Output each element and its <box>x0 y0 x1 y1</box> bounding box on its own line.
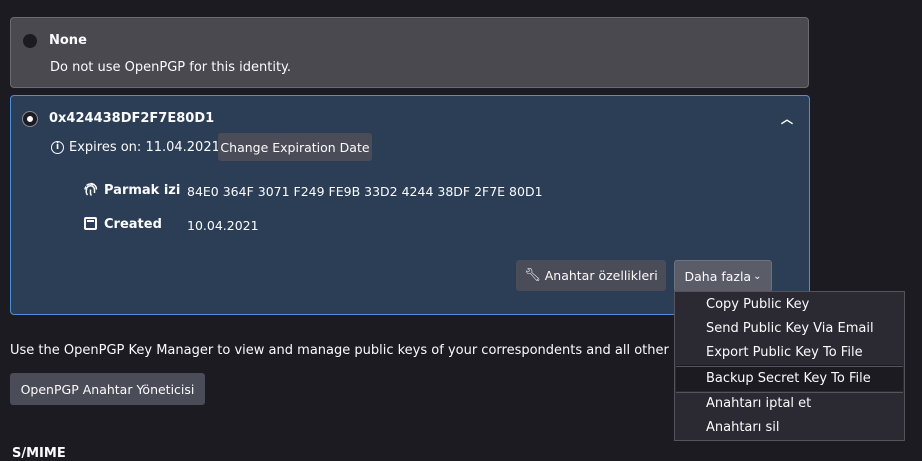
more-button[interactable]: Daha fazla ⌄ <box>674 260 772 292</box>
openpgp-key-option[interactable]: 0x424438DF2F7E80D1 ︿ i Expires on: 11.04… <box>10 95 810 315</box>
key-radio[interactable] <box>22 111 38 127</box>
menu-separator <box>676 366 903 367</box>
fingerprint-label: Parmak izi <box>104 183 181 198</box>
key-properties-label: Anahtar özellikleri <box>544 268 658 283</box>
wrench-icon: 🔧︎ <box>524 268 541 283</box>
key-expiration-text: Expires on: 11.04.2021 <box>69 140 220 155</box>
none-option-title: None <box>49 33 87 48</box>
menu-separator <box>676 392 903 393</box>
none-radio[interactable] <box>23 34 37 48</box>
chevron-up-icon[interactable]: ︿ <box>781 110 793 127</box>
created-value: 10.04.2021 <box>187 218 259 233</box>
menu-item-delete-key[interactable]: Anahtarı sil <box>706 420 780 435</box>
key-manager-label: OpenPGP Anahtar Yöneticisi <box>20 381 195 397</box>
menu-item-copy-public-key[interactable]: Copy Public Key <box>706 297 809 312</box>
key-manager-description: Use the OpenPGP Key Manager to view and … <box>10 343 703 358</box>
info-icon: i <box>51 141 64 154</box>
fingerprint-value: 84E0 364F 3071 F249 FE9B 33D2 4244 38DF … <box>187 184 543 199</box>
menu-item-backup-secret-key[interactable]: Backup Secret Key To File <box>706 371 871 386</box>
menu-item-send-public-key[interactable]: Send Public Key Via Email <box>706 321 874 336</box>
openpgp-none-option[interactable]: None Do not use OpenPGP for this identit… <box>10 17 809 88</box>
menu-item-revoke-key[interactable]: Anahtarı iptal et <box>706 396 811 411</box>
calendar-icon <box>84 217 97 230</box>
change-expiration-button[interactable]: Change Expiration Date <box>218 133 372 161</box>
fingerprint-icon <box>83 182 98 201</box>
none-option-description: Do not use OpenPGP for this identity. <box>50 60 292 75</box>
more-label: Daha fazla <box>684 268 752 284</box>
key-id: 0x424438DF2F7E80D1 <box>49 111 215 126</box>
key-properties-button[interactable]: 🔧︎ Anahtar özellikleri <box>516 260 666 291</box>
chevron-down-icon: ⌄ <box>753 270 762 282</box>
more-dropdown-menu: Copy Public Key Send Public Key Via Emai… <box>674 291 905 441</box>
menu-item-export-public-key[interactable]: Export Public Key To File <box>706 345 863 360</box>
key-manager-button[interactable]: OpenPGP Anahtar Yöneticisi <box>10 373 205 405</box>
created-label: Created <box>104 217 162 232</box>
change-expiration-label: Change Expiration Date <box>220 139 370 155</box>
